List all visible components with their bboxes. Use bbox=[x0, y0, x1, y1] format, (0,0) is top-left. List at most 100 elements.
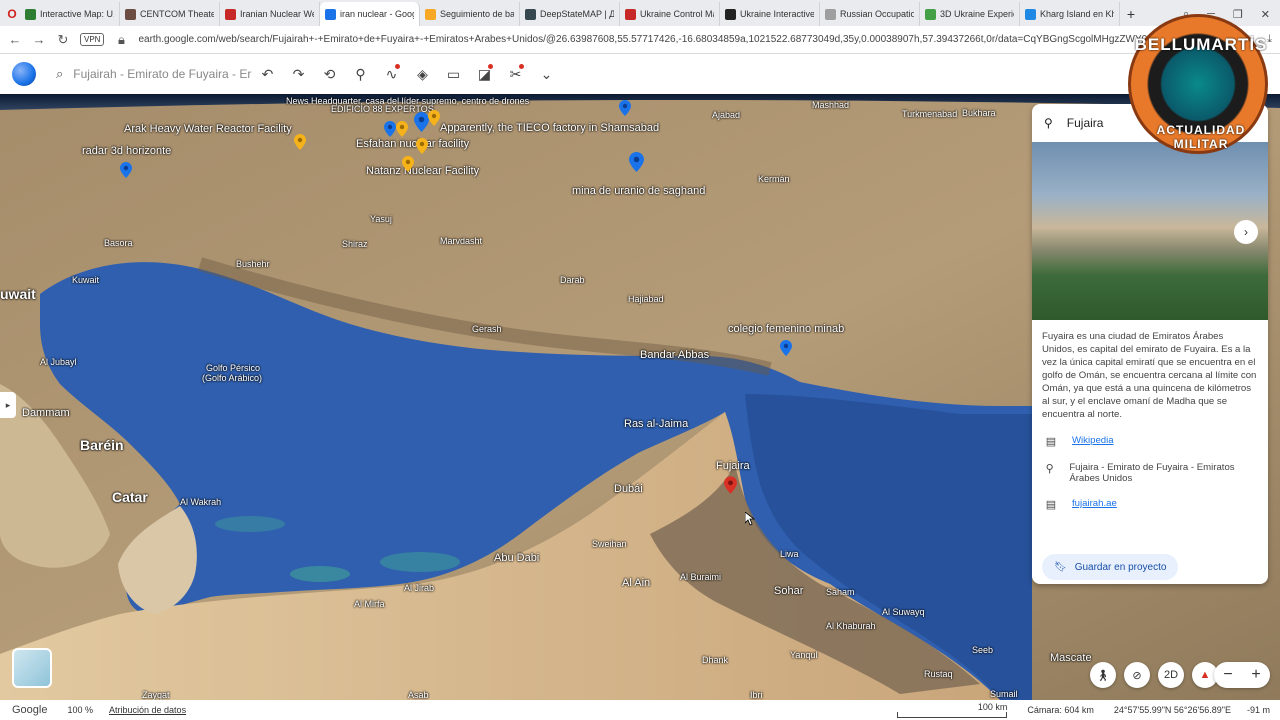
zoom-out-button[interactable]: − bbox=[1223, 666, 1232, 684]
zoom-in-button[interactable]: + bbox=[1251, 666, 1260, 684]
map-place-label[interactable]: Zayqat bbox=[142, 690, 170, 700]
map-place-label[interactable]: (Golfo Arábico) bbox=[202, 373, 262, 383]
opera-menu-icon[interactable]: O bbox=[4, 2, 20, 26]
map-place-label[interactable]: Mascate bbox=[1050, 652, 1092, 664]
map-place-label[interactable]: radar 3d horizonte bbox=[82, 145, 171, 157]
blue-placemark-pin[interactable] bbox=[780, 340, 792, 356]
map-place-label[interactable]: colegio femenino minab bbox=[728, 323, 844, 335]
map-place-label[interactable]: Catar bbox=[112, 489, 148, 505]
map-place-label[interactable]: Bukhara bbox=[962, 108, 996, 118]
map-place-label[interactable]: Al Suwayq bbox=[882, 607, 925, 617]
toggle-location-icon[interactable]: ⊘ bbox=[1124, 662, 1150, 688]
browser-tab[interactable]: Iranian Nuclear Weapo bbox=[220, 2, 320, 26]
expand-sidebar-button[interactable]: ▸ bbox=[0, 392, 16, 418]
map-place-label[interactable]: Dhank bbox=[702, 655, 728, 665]
map-place-label[interactable]: Al Mirfa bbox=[354, 599, 385, 609]
blue-placemark-pin[interactable] bbox=[619, 100, 631, 116]
search-box[interactable]: ⌕ Fujairah - Emirato de Fuyaira - Er bbox=[56, 59, 252, 89]
map-place-label[interactable]: Gerash bbox=[472, 324, 502, 334]
map-style-thumbnail[interactable] bbox=[12, 648, 52, 688]
new-tab-button[interactable]: + bbox=[1120, 2, 1142, 26]
map-place-label[interactable]: Hajiabad bbox=[628, 294, 664, 304]
map-place-label[interactable]: Bandar Abbas bbox=[640, 349, 709, 361]
google-earth-logo[interactable] bbox=[12, 62, 36, 86]
map-place-label[interactable]: Liwa bbox=[780, 549, 799, 559]
map-place-label[interactable]: Asab bbox=[408, 690, 429, 700]
restore-icon[interactable]: ❐ bbox=[1233, 8, 1243, 21]
map-place-label[interactable]: Natanz Nuclear Facility bbox=[366, 165, 479, 177]
map-place-label[interactable]: Dubái bbox=[614, 483, 643, 495]
map-place-label[interactable]: Turkmenabad bbox=[902, 109, 957, 119]
browser-tab[interactable]: iran nuclear - Google Eart bbox=[320, 2, 420, 26]
layers-icon[interactable]: ◈ bbox=[407, 66, 438, 83]
browser-tab[interactable]: Kharg Island en Khargi bbox=[1020, 2, 1120, 26]
map-place-label[interactable]: Al Wakrah bbox=[180, 497, 221, 507]
browser-tab[interactable]: Ukraine Interactive ma bbox=[720, 2, 820, 26]
search-input[interactable]: Fujairah - Emirato de Fuyaira - Er bbox=[73, 67, 251, 81]
browser-tab[interactable]: Ukraine Control Map v bbox=[620, 2, 720, 26]
place-photo[interactable]: › bbox=[1032, 142, 1268, 320]
browser-tab[interactable]: Seguimiento de barcos bbox=[420, 2, 520, 26]
chevron-down-icon[interactable]: ⌄ bbox=[531, 66, 562, 83]
map-place-label[interactable]: Darab bbox=[560, 275, 585, 285]
map-place-label[interactable]: Marvdasht bbox=[440, 236, 482, 246]
map-place-label[interactable]: Kuwait bbox=[72, 275, 99, 285]
measure-icon[interactable]: ▭ bbox=[438, 66, 469, 83]
street-view-pegman-icon[interactable]: 🚶︎ bbox=[1090, 662, 1116, 688]
lock-icon[interactable]: 🔒︎ bbox=[114, 32, 128, 48]
map-place-label[interactable]: Yanqul bbox=[790, 650, 817, 660]
map-place-label[interactable]: Sohar bbox=[774, 585, 803, 597]
map-place-label[interactable]: Fujaira bbox=[716, 460, 750, 472]
browser-tab[interactable]: Interactive Map: U.S. ar bbox=[20, 2, 120, 26]
blue-placemark-pin[interactable] bbox=[120, 162, 132, 178]
map-place-label[interactable]: Basora bbox=[104, 238, 133, 248]
map-place-label[interactable]: Abu Dabi bbox=[494, 552, 539, 564]
map-place-label[interactable]: Al Ain bbox=[622, 577, 650, 589]
map-place-label[interactable]: Sweihan bbox=[592, 539, 627, 549]
yellow-placemark-pin[interactable] bbox=[396, 121, 408, 137]
blue-placemark-pin[interactable] bbox=[414, 112, 429, 132]
browser-tab[interactable]: CENTCOM Theater Ope bbox=[120, 2, 220, 26]
map-place-label[interactable]: Rustaq bbox=[924, 669, 953, 679]
map-place-label[interactable]: Arak Heavy Water Reactor Facility bbox=[124, 123, 292, 135]
map-place-label[interactable]: Baréin bbox=[80, 437, 124, 453]
url-field[interactable]: earth.google.com/web/search/Fujairah+-+E… bbox=[138, 34, 1150, 45]
close-window-icon[interactable]: ✕ bbox=[1261, 8, 1270, 21]
redo-icon[interactable]: ↷ bbox=[283, 66, 314, 83]
toggle-2d-button[interactable]: 2D bbox=[1158, 662, 1184, 688]
data-attribution-link[interactable]: Atribución de datos bbox=[109, 705, 186, 715]
yellow-placemark-pin[interactable] bbox=[402, 156, 414, 172]
browser-tab[interactable]: Russian Occupation Up bbox=[820, 2, 920, 26]
map-place-label[interactable]: Ras al-Jaima bbox=[624, 418, 688, 430]
map-place-label[interactable]: Bushehr bbox=[236, 259, 270, 269]
map-place-label[interactable]: Al Buraimi bbox=[680, 572, 721, 582]
tools-icon[interactable]: ✂ bbox=[500, 63, 531, 83]
website-link[interactable]: fujairah.ae bbox=[1072, 498, 1117, 509]
map-place-label[interactable]: Sumail bbox=[990, 689, 1018, 699]
yellow-placemark-pin[interactable] bbox=[428, 110, 440, 126]
map-place-label[interactable]: Al Khaburah bbox=[826, 621, 876, 631]
yellow-placemark-pin[interactable] bbox=[416, 138, 428, 154]
map-place-label[interactable]: Seeb bbox=[972, 645, 993, 655]
map-place-label[interactable]: Al Jubayl bbox=[40, 357, 77, 367]
map-place-label[interactable]: Ibri bbox=[750, 690, 763, 700]
draw-path-icon[interactable]: ∿ bbox=[376, 63, 407, 83]
history-icon[interactable]: ⟲ bbox=[314, 66, 345, 83]
zoom-percentage[interactable]: 100 % bbox=[67, 705, 93, 715]
map-place-label[interactable]: Ajabad bbox=[712, 110, 740, 120]
next-photo-button[interactable]: › bbox=[1234, 220, 1258, 244]
back-icon[interactable]: ← bbox=[8, 32, 22, 47]
map-place-label[interactable]: Saham bbox=[826, 587, 855, 597]
selected-location-pin[interactable] bbox=[724, 476, 737, 494]
map-place-label[interactable]: Shiraz bbox=[342, 239, 368, 249]
forward-icon[interactable]: → bbox=[32, 32, 46, 47]
map-place-label[interactable]: mina de uranio de saghand bbox=[572, 185, 705, 197]
map-place-label[interactable]: Mashhad bbox=[812, 100, 849, 110]
vpn-badge[interactable]: VPN bbox=[80, 33, 105, 46]
map-place-label[interactable]: Kermán bbox=[758, 174, 790, 184]
browser-tab[interactable]: DeepStateMAP | Дени bbox=[520, 2, 620, 26]
undo-icon[interactable]: ↶ bbox=[252, 66, 283, 83]
blue-placemark-pin[interactable] bbox=[384, 121, 396, 137]
map-place-label[interactable]: Al Jirab bbox=[404, 583, 434, 593]
image-overlay-icon[interactable]: ◪ bbox=[469, 63, 500, 83]
